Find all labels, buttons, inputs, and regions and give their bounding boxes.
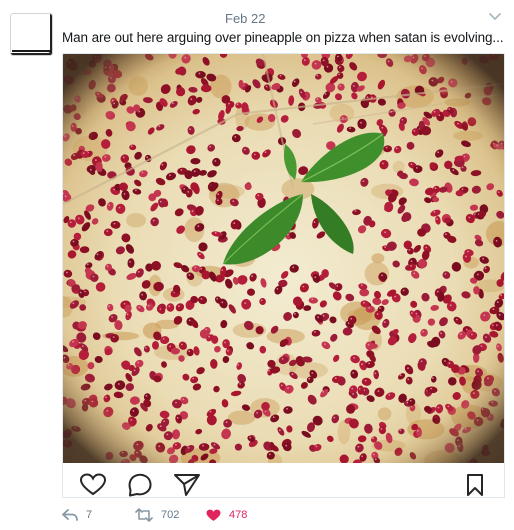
heart-icon [206,509,221,521]
tweet: Feb 22 Man are out here arguing over pin… [0,0,514,530]
comment-bubble-icon[interactable] [126,473,154,497]
retweet-icon [135,508,153,522]
reply-icon [62,509,78,521]
like-button[interactable]: 478 [206,505,247,525]
reply-button[interactable]: 7 [62,505,92,525]
chevron-down-icon[interactable] [488,10,502,24]
tweet-date[interactable]: Feb 22 [225,11,265,26]
bookmark-icon[interactable] [463,473,487,497]
instagram-embed-actions [62,463,505,498]
send-plane-icon[interactable] [173,473,201,497]
avatar[interactable] [10,13,53,56]
like-count: 478 [229,509,248,521]
retweet-button[interactable]: 702 [135,505,179,525]
reply-count: 7 [86,509,93,521]
pizza-photo [63,54,504,464]
retweet-count: 702 [161,509,180,521]
tweet-media-photo[interactable] [62,53,505,465]
heart-outline-icon[interactable] [79,473,107,497]
tweet-text: Man are out here arguing over pineapple … [62,30,504,45]
